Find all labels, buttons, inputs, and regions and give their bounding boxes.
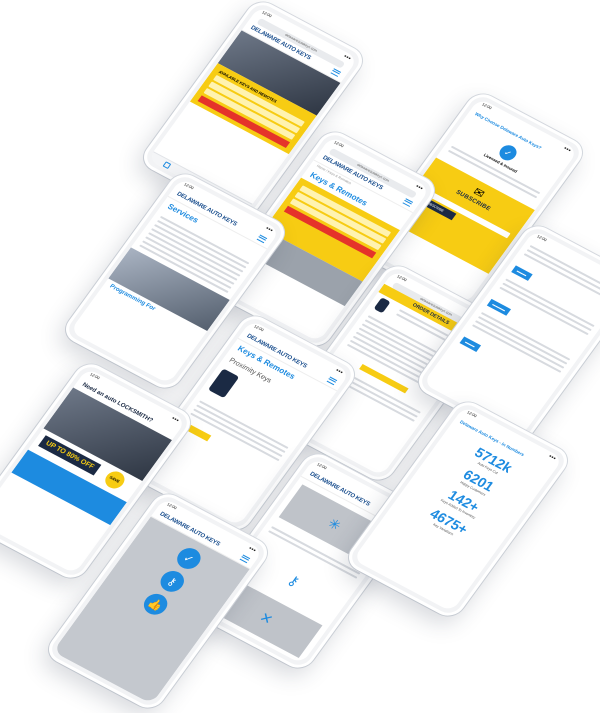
read-more-button[interactable]: ▬▬▬ [459,336,481,352]
menu-icon[interactable] [330,68,342,77]
thumbs-up-icon: 👍 [139,590,172,619]
shield-icon: ✓ [172,544,206,573]
menu-icon[interactable] [326,376,338,386]
menu-icon[interactable] [402,198,414,207]
product-thumbnail [373,297,391,314]
product-image[interactable] [207,368,240,399]
save-badge: SAVE [101,468,128,492]
menu-icon[interactable] [256,234,268,244]
back-icon[interactable] [162,160,172,169]
key-icon: ⚷ [156,567,189,596]
menu-icon[interactable] [239,554,251,564]
